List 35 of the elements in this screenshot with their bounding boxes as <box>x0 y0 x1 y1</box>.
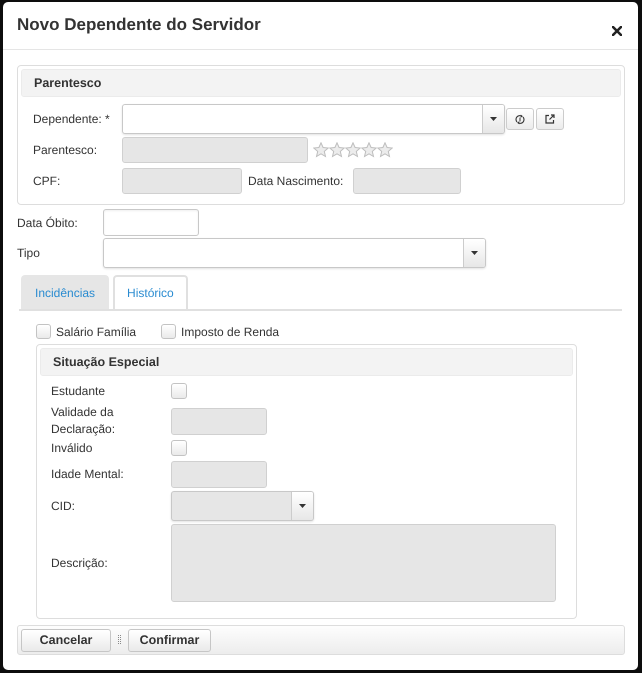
field-label: Tipo <box>17 245 41 262</box>
external-link-icon <box>545 114 555 124</box>
field-label: Inválido <box>51 440 94 456</box>
field-label: Dependente: * <box>33 111 111 128</box>
checkbox[interactable] <box>171 440 187 456</box>
field-label: Estudante <box>51 382 106 400</box>
dialog-title: Novo Dependente do Servidor <box>17 15 261 36</box>
refresh-icon <box>515 114 525 124</box>
field-label: CID: <box>51 498 76 514</box>
close-icon[interactable] <box>612 26 622 36</box>
caret-icon <box>471 251 478 255</box>
dropdown-button[interactable] <box>482 105 504 133</box>
tab[interactable]: Histórico <box>113 275 188 309</box>
checkbox[interactable] <box>161 324 176 339</box>
field-label: Data Óbito: <box>17 214 79 232</box>
death-date-field[interactable] <box>103 209 199 236</box>
field-label: CPF: <box>33 173 62 190</box>
dropdown-button[interactable] <box>463 239 485 267</box>
checkbox-label: Salário Família <box>56 324 136 340</box>
field-label: Validade da Declaração: <box>51 404 116 438</box>
caret-icon <box>490 117 497 121</box>
field-label: Idade Mental: <box>51 466 125 483</box>
checkbox[interactable] <box>171 383 187 399</box>
external-link-button[interactable] <box>536 108 564 130</box>
field-label: Parentesco: <box>33 142 98 159</box>
section-header: Situação Especial <box>40 348 573 376</box>
dialog-button[interactable]: Confirmar <box>128 628 211 652</box>
checkbox-label: Imposto de Renda <box>181 324 280 340</box>
field-label: Descrição: <box>51 554 109 572</box>
refresh-button[interactable] <box>506 108 534 130</box>
checkbox[interactable] <box>36 324 51 339</box>
field-label: Data Nascimento: <box>248 173 344 190</box>
caret-icon <box>299 504 306 508</box>
section-header: Parentesco <box>21 69 621 97</box>
dialog-button[interactable]: Cancelar <box>21 628 111 652</box>
